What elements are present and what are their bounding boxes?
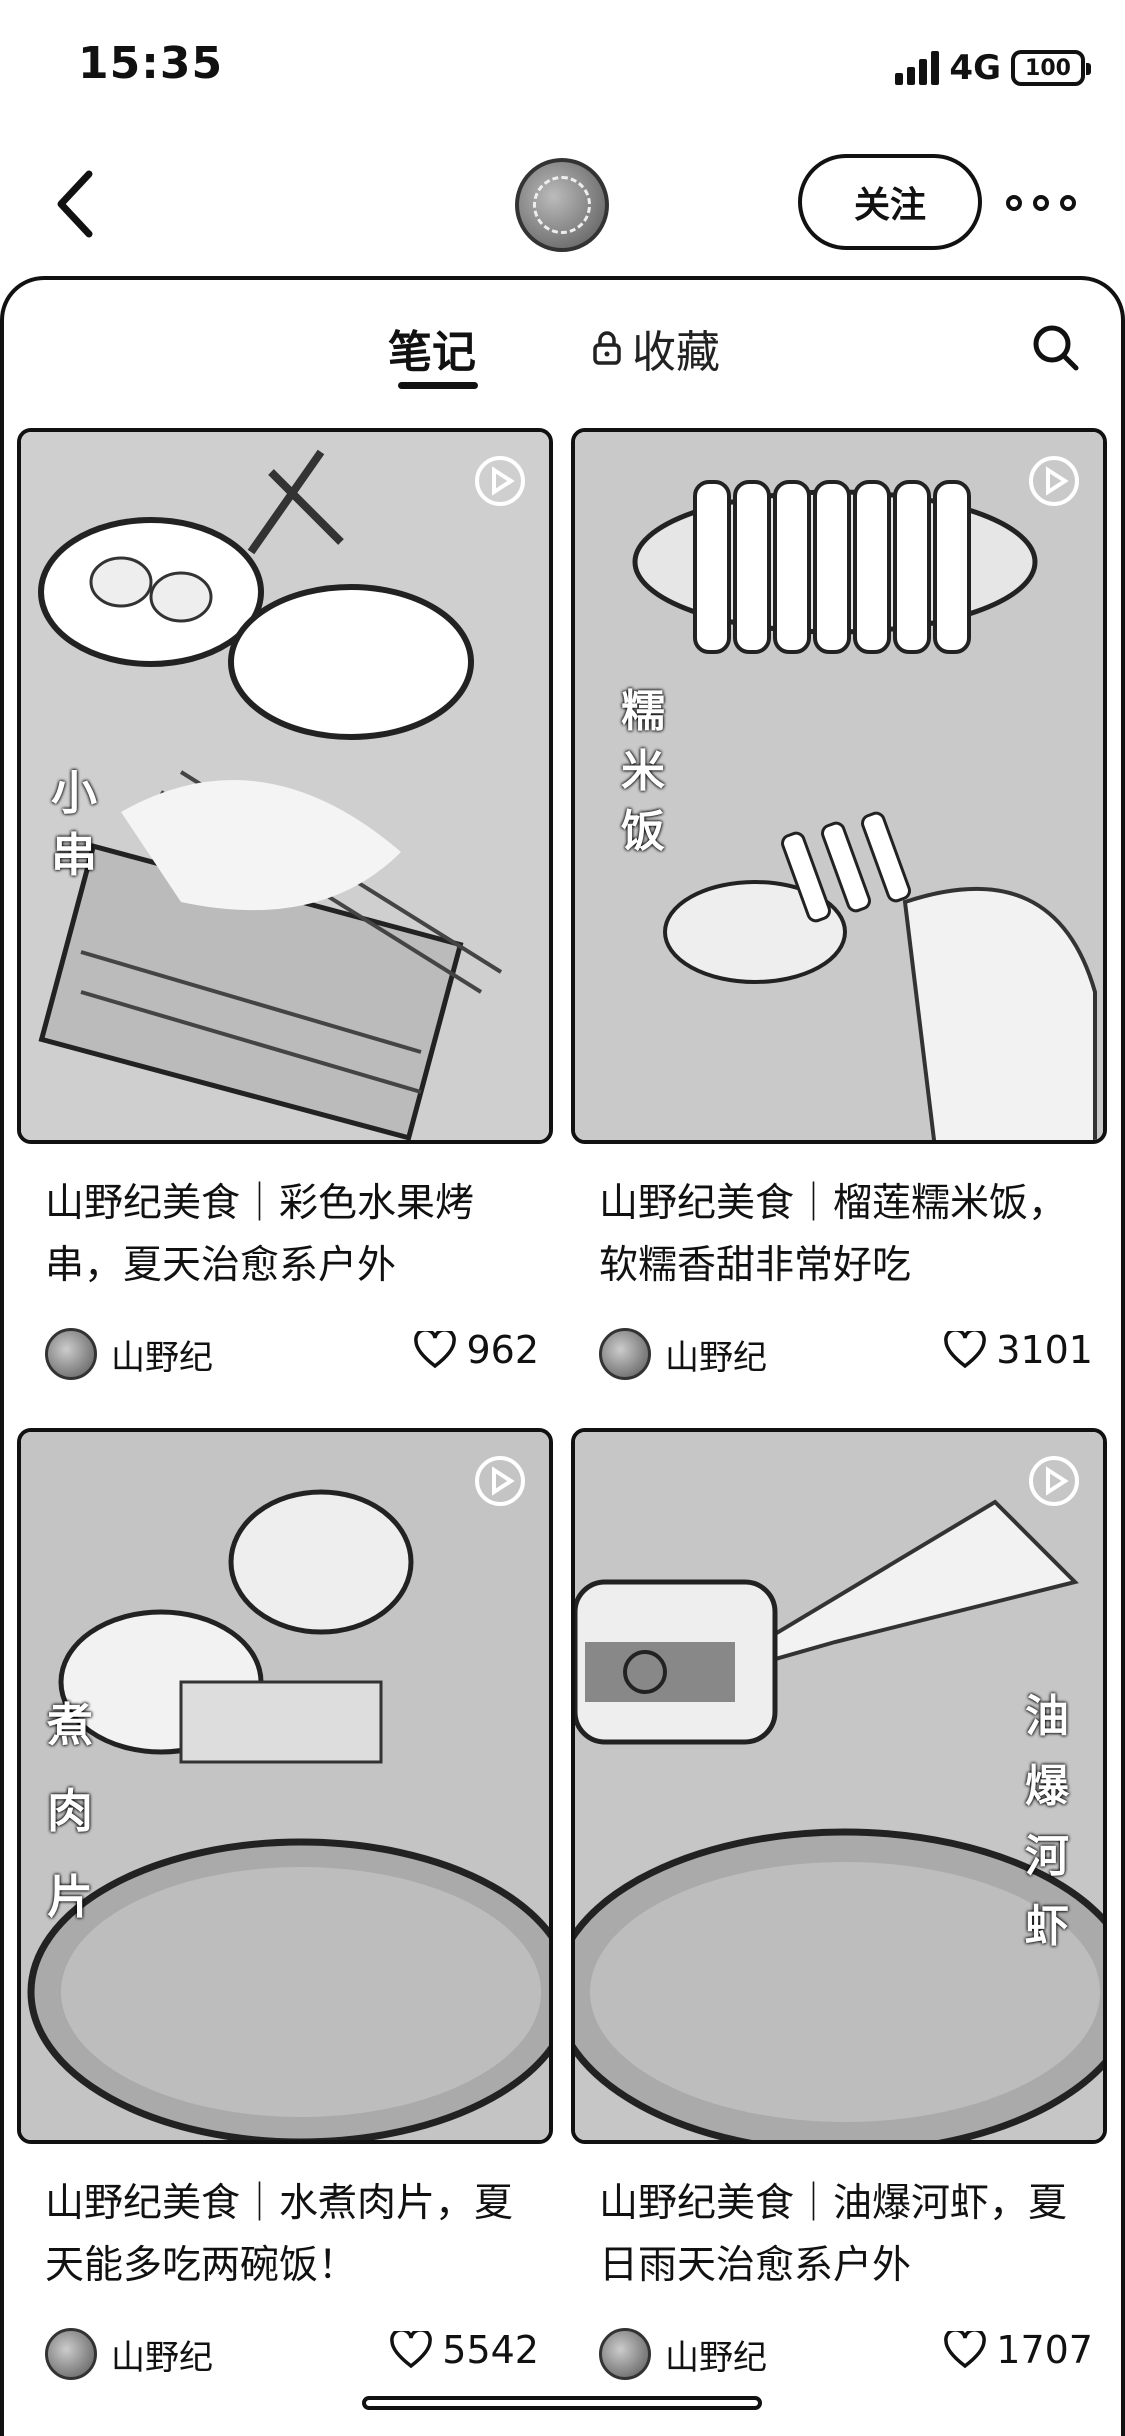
note-card[interactable]: 糯米饭 山野纪美食｜榴莲糯米饭，软糯香甜非常好吃 山野纪 3101 — [571, 428, 1107, 1408]
cover-overlay-text: 小串 — [51, 766, 97, 882]
cover-overlay-text: 油爆河虾 — [1025, 1691, 1069, 1952]
like-count: 5542 — [442, 2328, 539, 2372]
cover-overlay-text: 煮肉片 — [47, 1698, 93, 1924]
play-icon — [1029, 456, 1079, 506]
heart-icon — [390, 2331, 433, 2369]
note-card[interactable]: 油爆河虾 山野纪美食｜油爆河虾，夏日雨天治愈系户外 山野纪 1707 — [571, 1428, 1107, 2408]
note-author[interactable]: 山野纪 — [45, 2328, 213, 2380]
like-count: 1707 — [996, 2328, 1093, 2372]
like-button[interactable]: 3101 — [944, 1328, 1093, 1372]
cover-illustration — [21, 1432, 549, 2140]
heart-icon — [944, 2331, 987, 2369]
cover-overlay-text: 糯米饭 — [621, 686, 665, 857]
follow-button[interactable]: 关注 — [798, 154, 982, 250]
author-avatar — [45, 2328, 97, 2380]
profile-avatar[interactable] — [515, 158, 609, 252]
note-author[interactable]: 山野纪 — [45, 1328, 213, 1380]
note-title[interactable]: 山野纪美食｜榴莲糯米饭，软糯香甜非常好吃 — [599, 1173, 1099, 1297]
like-count: 962 — [466, 1328, 539, 1372]
more-dots-icon[interactable] — [1006, 180, 1076, 226]
profile-tabs: 笔记 收藏 — [0, 276, 1125, 406]
note-cover-image[interactable]: 糯米饭 — [571, 428, 1107, 1144]
search-icon — [1033, 325, 1079, 371]
chevron-left-icon — [57, 170, 93, 238]
lock-icon — [593, 331, 621, 365]
author-name: 山野纪 — [665, 2337, 767, 2378]
battery-level: 100 — [1025, 55, 1071, 81]
note-cover-image[interactable]: 小串 — [17, 428, 553, 1144]
tab-notes[interactable]: 笔记 — [388, 316, 476, 380]
note-title[interactable]: 山野纪美食｜油爆河虾，夏日雨天治愈系户外 — [599, 2173, 1099, 2297]
tab-collections[interactable]: 收藏 — [592, 316, 720, 380]
active-tab-indicator — [398, 382, 478, 389]
author-avatar — [45, 1328, 97, 1380]
heart-icon — [944, 1331, 987, 1369]
heart-icon — [414, 1331, 457, 1369]
note-author[interactable]: 山野纪 — [599, 2328, 767, 2380]
network-label: 4G — [949, 48, 1001, 88]
note-author[interactable]: 山野纪 — [599, 1328, 767, 1380]
play-icon — [475, 456, 525, 506]
battery-icon: 100 — [1011, 50, 1091, 86]
note-title[interactable]: 山野纪美食｜水煮肉片，夏天能多吃两碗饭！ — [45, 2173, 545, 2297]
note-card[interactable]: 煮肉片 山野纪美食｜水煮肉片，夏天能多吃两碗饭！ 山野纪 5542 — [17, 1428, 553, 2408]
status-indicators: 4G 100 — [895, 48, 1091, 88]
note-cover-image[interactable]: 煮肉片 — [17, 1428, 553, 2144]
author-name: 山野纪 — [111, 1337, 213, 1378]
note-cover-image[interactable]: 油爆河虾 — [571, 1428, 1107, 2144]
play-icon — [1029, 1456, 1079, 1506]
like-button[interactable]: 5542 — [390, 2328, 539, 2372]
back-button[interactable] — [40, 162, 110, 246]
search-button[interactable] — [1028, 320, 1084, 376]
author-avatar — [599, 1328, 651, 1380]
like-count: 3101 — [996, 1328, 1093, 1372]
status-time: 15:35 — [78, 38, 224, 89]
tab-collections-label: 收藏 — [632, 327, 720, 378]
author-name: 山野纪 — [665, 1337, 767, 1378]
home-indicator[interactable] — [362, 2396, 762, 2410]
play-icon — [475, 1456, 525, 1506]
like-button[interactable]: 1707 — [944, 2328, 1093, 2372]
author-avatar — [599, 2328, 651, 2380]
author-name: 山野纪 — [111, 2337, 213, 2378]
top-nav: 关注 — [0, 140, 1125, 270]
note-card[interactable]: 小串 山野纪美食｜彩色水果烤串，夏天治愈系户外 山野纪 962 — [17, 428, 553, 1408]
signal-icon — [895, 51, 940, 85]
status-bar: 15:35 4G 100 — [0, 0, 1125, 140]
like-button[interactable]: 962 — [414, 1328, 539, 1372]
note-title[interactable]: 山野纪美食｜彩色水果烤串，夏天治愈系户外 — [45, 1173, 545, 1297]
